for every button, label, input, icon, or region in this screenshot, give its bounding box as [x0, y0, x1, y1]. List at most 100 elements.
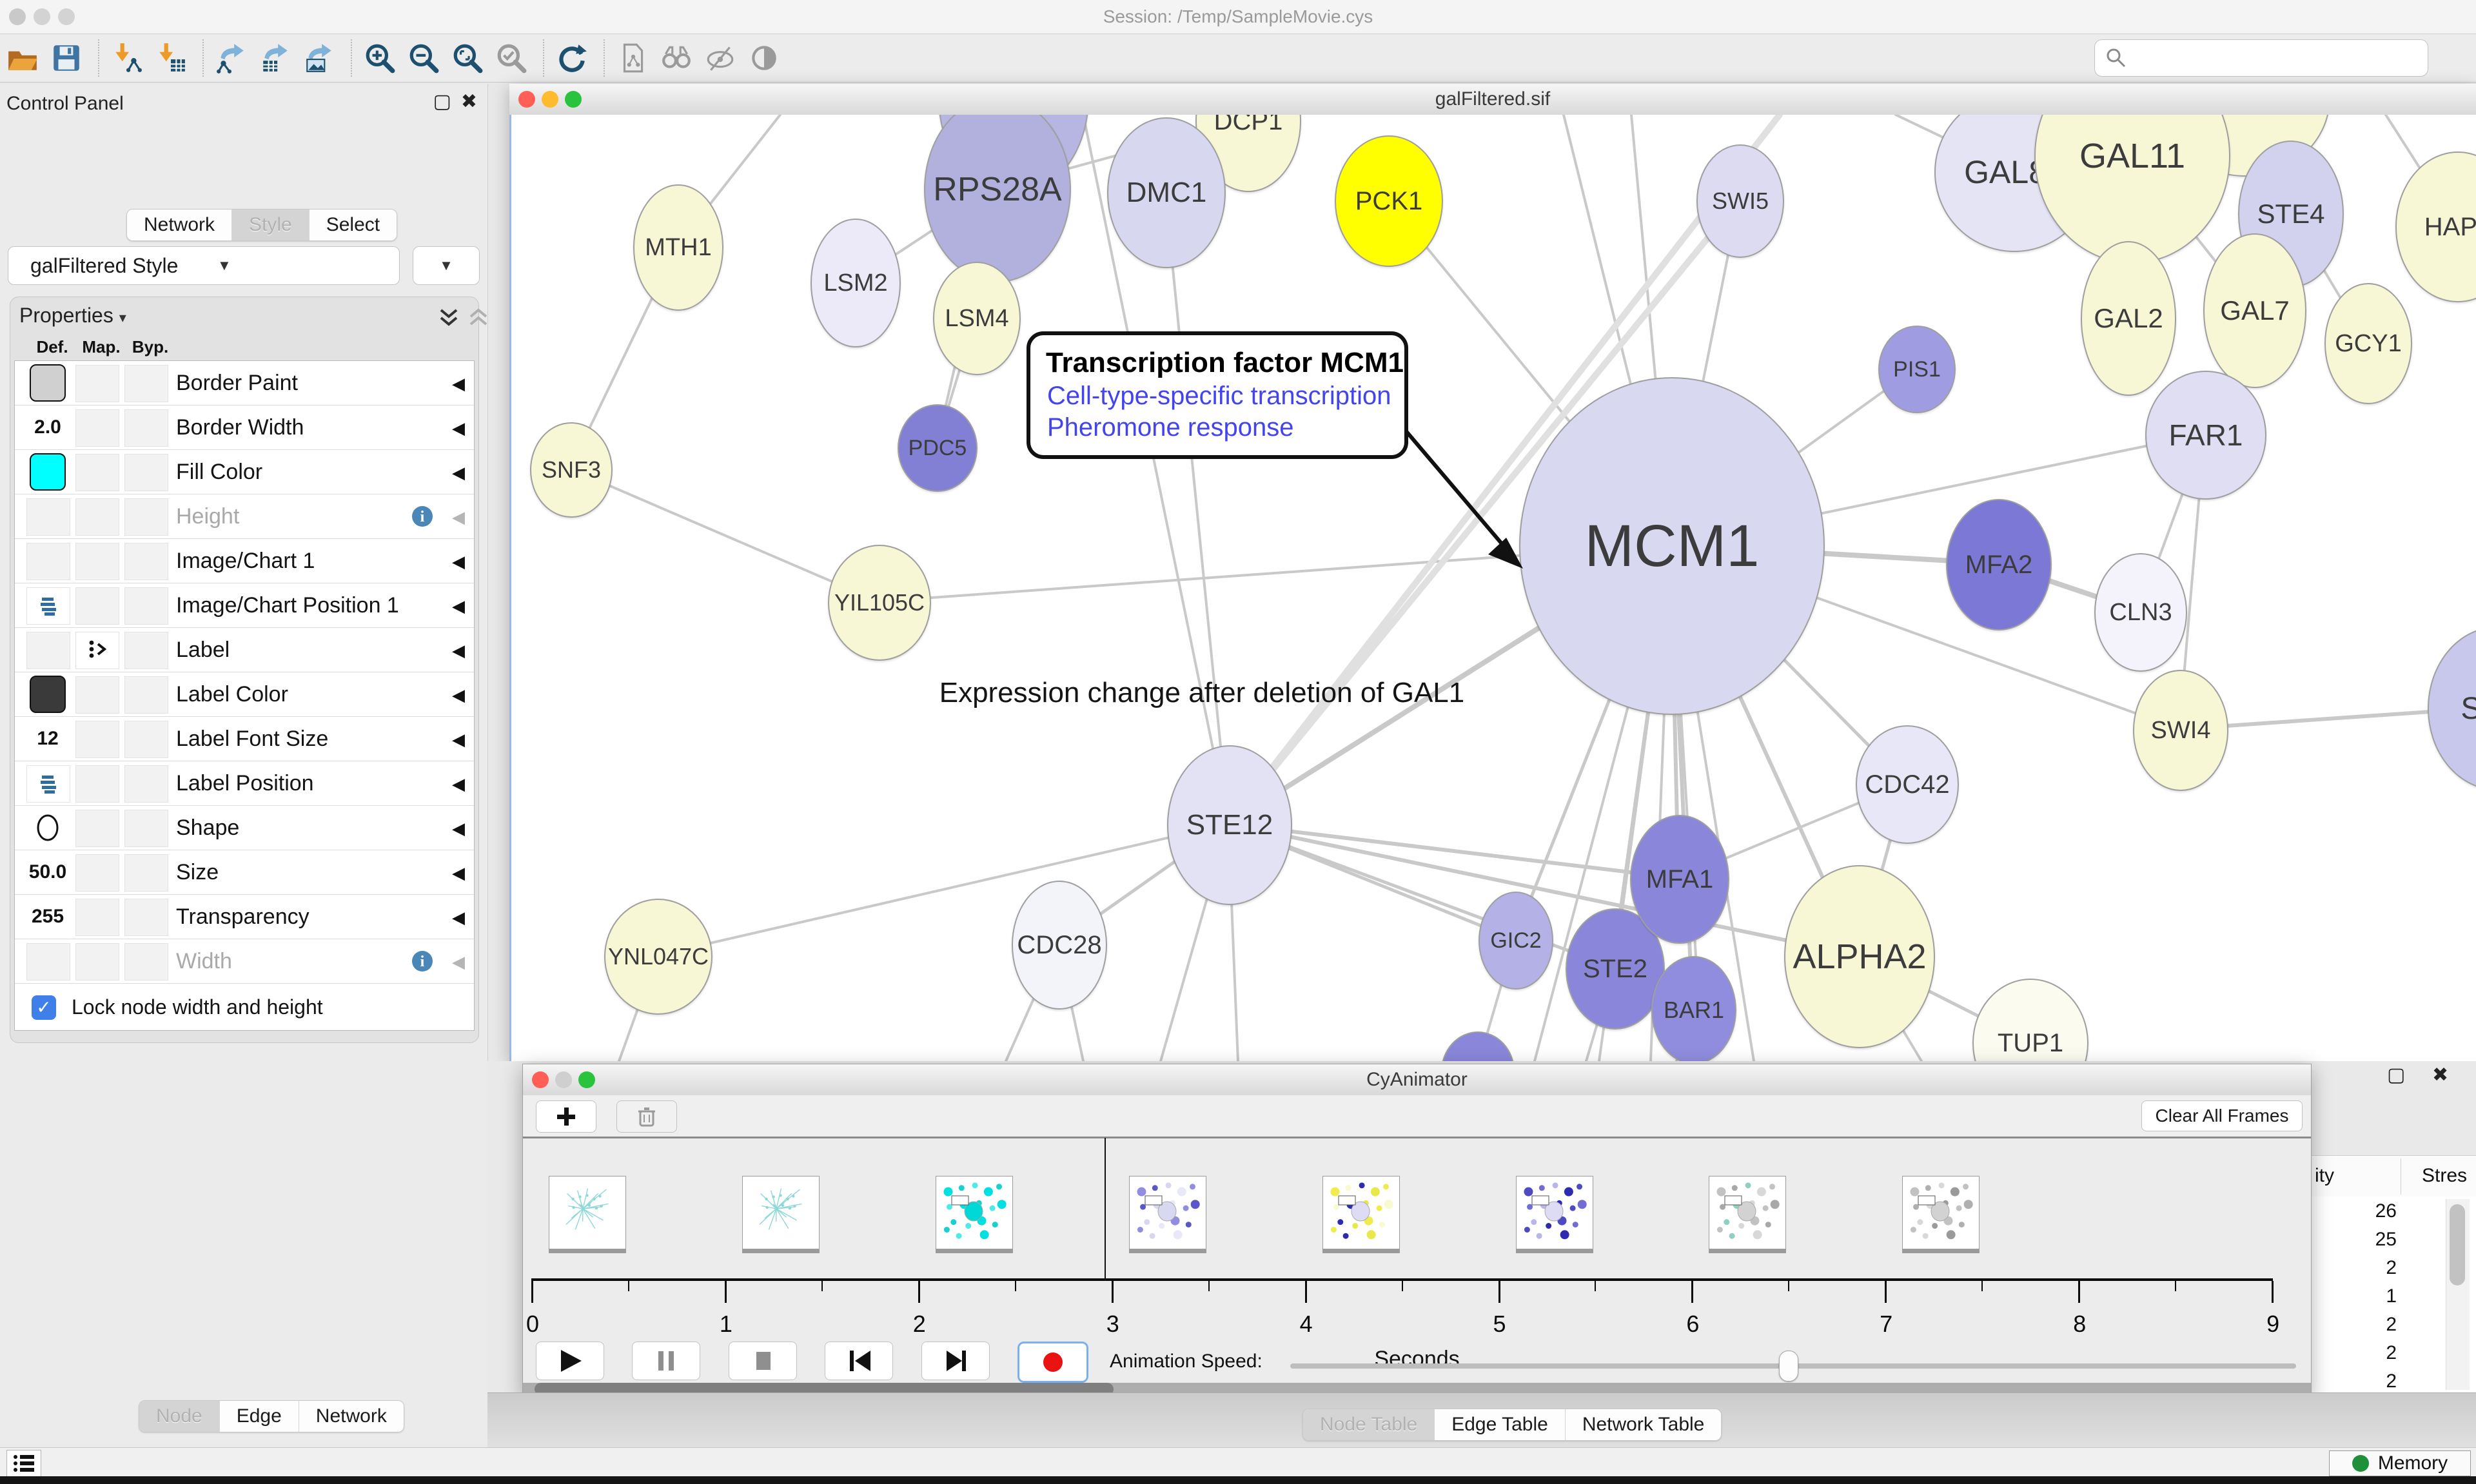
expand-row-icon[interactable]: ◀ [452, 552, 465, 572]
maximize-window-icon[interactable] [578, 1071, 595, 1088]
property-cell[interactable] [26, 543, 70, 580]
expand-row-icon[interactable]: ◀ [452, 863, 465, 883]
snapshot-icon[interactable] [615, 41, 650, 75]
export-network-icon[interactable] [214, 41, 249, 75]
property-row-size[interactable]: 50.0Size◀ [15, 850, 474, 895]
import-table-icon[interactable] [153, 41, 188, 75]
property-cell[interactable] [124, 365, 168, 402]
delete-frame-button[interactable] [616, 1100, 677, 1133]
node-pck1[interactable]: PCK1 [1335, 135, 1443, 267]
property-cell[interactable] [26, 810, 69, 846]
property-cell[interactable] [75, 632, 119, 669]
node-ynl047c[interactable]: YNL047C [604, 899, 712, 1015]
frame-thumbnail-2[interactable] [936, 1176, 1013, 1249]
tab-edge-table[interactable]: Edge Table [1435, 1409, 1566, 1440]
search-input[interactable] [2136, 47, 2419, 69]
minimize-window-icon[interactable] [542, 91, 558, 108]
table-scrollbar[interactable] [2446, 1199, 2470, 1390]
tab-edge[interactable]: Edge [220, 1401, 299, 1432]
add-frame-button[interactable] [536, 1100, 596, 1133]
tab-node[interactable]: Node [139, 1401, 220, 1432]
property-cell[interactable] [124, 454, 168, 491]
refresh-icon[interactable] [555, 41, 589, 75]
stop-button[interactable] [729, 1342, 797, 1380]
property-row-fill-color[interactable]: Fill Color◀ [15, 450, 474, 494]
property-cell[interactable] [75, 721, 119, 758]
node-far1[interactable]: FAR1 [2145, 371, 2266, 500]
property-cell[interactable] [124, 943, 168, 981]
expand-row-icon[interactable]: ◀ [452, 374, 465, 394]
property-cell[interactable] [26, 365, 69, 401]
frame-thumbnail-7[interactable] [1902, 1176, 1980, 1249]
style-options-button[interactable]: ▼ [413, 246, 480, 285]
expand-row-icon[interactable]: ◀ [452, 774, 465, 794]
node-cdc42[interactable]: CDC42 [1856, 725, 1959, 844]
expand-row-icon[interactable]: ◀ [452, 596, 465, 616]
node-dmc1[interactable]: DMC1 [1107, 117, 1226, 268]
property-row-label-position[interactable]: Label Position◀ [15, 761, 474, 806]
column-header-stress[interactable]: Stres [2422, 1165, 2467, 1187]
info-icon[interactable]: i [411, 950, 434, 976]
node-mfa2[interactable]: MFA2 [1946, 499, 2052, 630]
property-cell[interactable] [124, 632, 168, 669]
frame-thumbnail-0[interactable] [549, 1176, 626, 1249]
expand-all-icon[interactable] [436, 305, 462, 331]
property-cell[interactable] [26, 765, 70, 803]
network-canvas[interactable]: RPS28BDCP1RPS28ADMC1PCK1MTH1LSM2LSM4SWI5… [509, 115, 2476, 1061]
property-row-shape[interactable]: Shape◀ [15, 806, 474, 850]
task-history-button[interactable] [6, 1450, 41, 1477]
scrollbar-thumb[interactable] [2450, 1204, 2465, 1285]
search-network-icon[interactable] [659, 41, 694, 75]
property-cell[interactable] [124, 676, 168, 714]
slider-thumb[interactable] [1779, 1351, 1798, 1381]
node-gic2[interactable]: GIC2 [1479, 892, 1553, 990]
node-alpha2[interactable]: ALPHA2 [1784, 865, 1935, 1048]
frame-thumbnail-5[interactable] [1516, 1176, 1593, 1249]
minimize-window-icon[interactable] [34, 8, 50, 25]
property-cell[interactable] [124, 765, 168, 803]
property-cell[interactable] [75, 454, 119, 491]
property-cell[interactable] [124, 543, 168, 580]
property-cell[interactable]: 2.0 [26, 409, 69, 445]
chevron-down-icon[interactable]: ▾ [119, 309, 126, 326]
expand-row-icon[interactable]: ◀ [452, 507, 465, 527]
property-cell[interactable] [26, 943, 70, 981]
frame-thumbnail-3[interactable] [1129, 1176, 1206, 1249]
property-cell[interactable] [124, 721, 168, 758]
property-row-width[interactable]: Widthi◀ [15, 939, 474, 984]
memory-button[interactable]: Memory [2329, 1450, 2471, 1476]
node-cln3[interactable]: CLN3 [2094, 553, 2187, 672]
property-cell[interactable] [75, 587, 119, 625]
node-hap2[interactable]: HAP2 [2395, 151, 2476, 302]
zoom-out-icon[interactable] [406, 41, 441, 75]
node-snf3[interactable]: SNF3 [530, 422, 613, 518]
property-cell[interactable] [124, 498, 168, 536]
tab-style[interactable]: Style [232, 210, 310, 240]
property-cell[interactable]: 50.0 [26, 854, 69, 890]
property-row-label[interactable]: Label◀ [15, 628, 474, 672]
timeline-playhead[interactable] [1105, 1138, 1106, 1281]
expand-row-icon[interactable]: ◀ [452, 819, 465, 839]
node-gal2[interactable]: GAL2 [2081, 241, 2176, 396]
property-row-image-chart-1[interactable]: Image/Chart 1◀ [15, 539, 474, 583]
node-yil105c[interactable]: YIL105C [828, 545, 931, 661]
property-row-transparency[interactable]: 255Transparency◀ [15, 895, 474, 939]
annotation-link-1[interactable]: Cell-type-specific transcription [1047, 382, 1404, 411]
close-window-icon[interactable] [532, 1071, 549, 1088]
node-lsm2[interactable]: LSM2 [811, 219, 901, 347]
tab-network-table[interactable]: Network Table [1566, 1409, 1722, 1440]
frame-thumbnail-6[interactable] [1709, 1176, 1786, 1249]
expand-row-icon[interactable]: ◀ [452, 418, 465, 438]
property-cell[interactable] [75, 899, 119, 936]
zoom-selected-icon[interactable] [494, 41, 529, 75]
collapse-all-icon[interactable] [466, 305, 491, 331]
minimize-window-icon[interactable] [555, 1071, 572, 1088]
property-cell[interactable] [124, 854, 168, 892]
expand-row-icon[interactable]: ◀ [452, 641, 465, 661]
property-cell[interactable]: 12 [26, 721, 69, 757]
property-cell[interactable] [75, 943, 119, 981]
annotation-link-2[interactable]: Pheromone response [1047, 413, 1404, 442]
property-cell[interactable] [75, 543, 119, 580]
node-tup1[interactable]: TUP1 [1972, 979, 2088, 1061]
pause-button[interactable] [632, 1342, 700, 1380]
